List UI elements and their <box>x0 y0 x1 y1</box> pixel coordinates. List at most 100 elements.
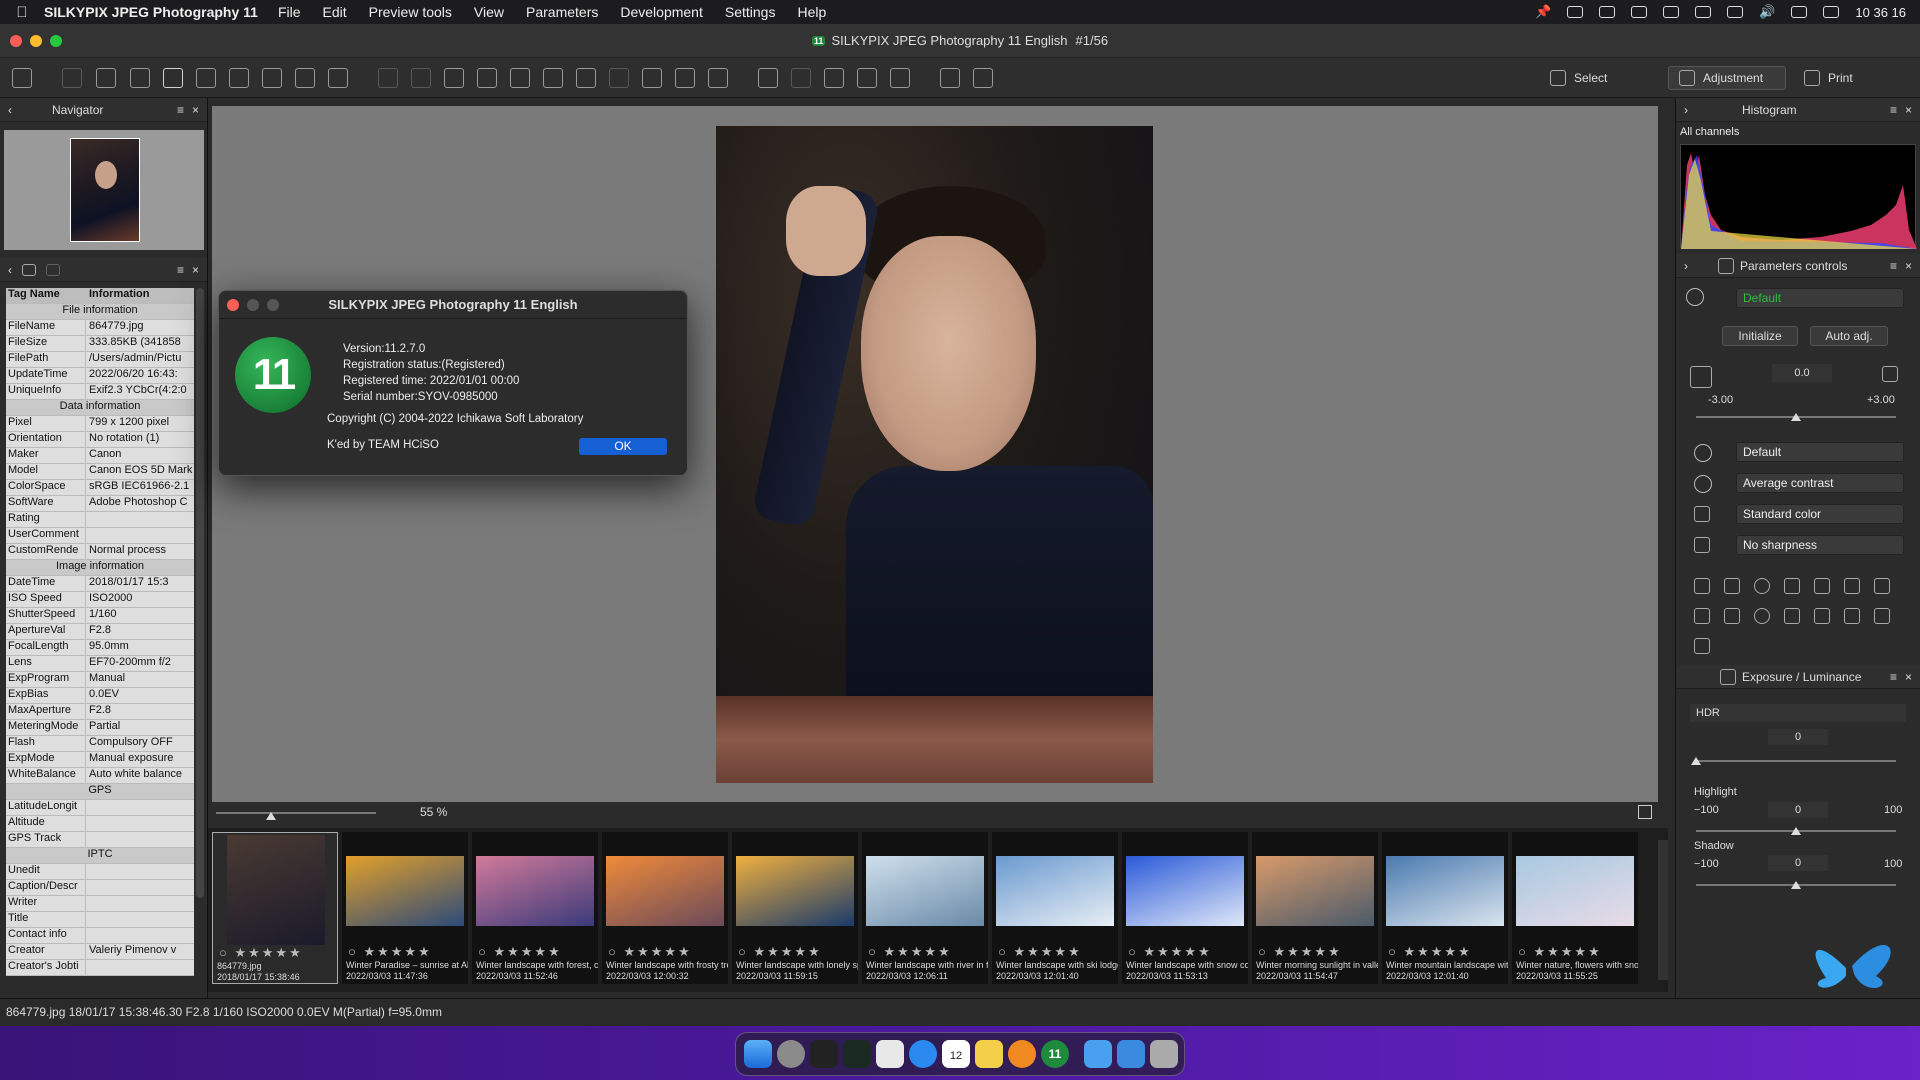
information-cell[interactable]: 333.85KB (341858 <box>86 336 194 351</box>
rating-stars[interactable]: ○ ★★★★★ <box>868 944 952 960</box>
rating-stars[interactable]: ○ ★★★★★ <box>219 945 303 961</box>
thumbnail-image[interactable] <box>996 856 1114 926</box>
effects-icon[interactable] <box>1694 638 1710 654</box>
information-cell[interactable] <box>86 864 194 879</box>
close-panel-icon-5[interactable]: × <box>1905 670 1912 684</box>
information-cell[interactable]: F2.8 <box>86 624 194 639</box>
thumbnail-view-icon[interactable] <box>130 68 150 88</box>
notes-icon[interactable] <box>975 1040 1003 1068</box>
thumbnail-image[interactable] <box>1126 856 1244 926</box>
font-app-icon[interactable] <box>1008 1040 1036 1068</box>
fit-screen-icon[interactable] <box>1638 805 1652 819</box>
back-icon[interactable] <box>62 68 82 88</box>
redo-icon[interactable] <box>411 68 431 88</box>
white-balance-icon[interactable] <box>1694 578 1710 594</box>
sun-icon[interactable] <box>1694 444 1712 462</box>
close-window-button[interactable] <box>10 35 22 47</box>
highlight-value[interactable]: 0 <box>1768 802 1828 818</box>
information-cell[interactable] <box>86 960 194 975</box>
information-cell[interactable]: Canon EOS 5D Mark <box>86 464 194 479</box>
clone-icon[interactable] <box>1844 608 1860 624</box>
activity-monitor-icon[interactable] <box>843 1040 871 1068</box>
grid-icon[interactable] <box>295 68 315 88</box>
filmstrip-thumbnail[interactable]: ○ ★★★★★ Winter mountain landscape with 202… <box>1382 832 1508 984</box>
collapse-right-icon[interactable]: › <box>1684 103 1688 117</box>
noise-icon[interactable] <box>1694 608 1710 624</box>
terminal-icon[interactable] <box>810 1040 838 1068</box>
panel-menu-icon[interactable]: ≡ <box>177 103 184 117</box>
zoom-slider-thumb[interactable] <box>266 812 276 820</box>
thumbnail-image[interactable] <box>227 835 325 945</box>
filmstrip-thumbnail[interactable]: ○ ★★★★★ Winter landscape with snow cov 202… <box>1122 832 1248 984</box>
close-panel-icon-2[interactable]: × <box>192 263 199 277</box>
brush-icon[interactable] <box>543 68 563 88</box>
information-cell[interactable] <box>86 928 194 943</box>
thumbnail-image[interactable] <box>1386 856 1504 926</box>
check-icon[interactable] <box>708 68 728 88</box>
thumbnail-image[interactable] <box>866 856 984 926</box>
information-cell[interactable]: Exif2.3 YCbCr(4:2:0 <box>86 384 194 399</box>
collapse-right-icon-2[interactable]: › <box>1684 259 1688 273</box>
applications-folder-icon[interactable] <box>1117 1040 1145 1068</box>
filmstrip-scrollbar[interactable] <box>1658 840 1668 980</box>
menu-view[interactable]: View <box>474 4 504 20</box>
extension-icon[interactable] <box>1631 6 1648 18</box>
print-mode-button[interactable]: Print <box>1794 66 1863 90</box>
fullscreen-icon[interactable] <box>262 68 282 88</box>
information-cell[interactable] <box>86 816 194 831</box>
info-scrollbar[interactable] <box>196 288 204 898</box>
export-icon[interactable] <box>824 68 844 88</box>
thumbnail-image[interactable] <box>736 856 854 926</box>
information-cell[interactable]: 0.0EV <box>86 688 194 703</box>
information-cell[interactable] <box>86 800 194 815</box>
rating-stars[interactable]: ○ ★★★★★ <box>1388 944 1472 960</box>
undo-icon[interactable] <box>378 68 398 88</box>
information-cell[interactable]: Auto white balance <box>86 768 194 783</box>
rating-stars[interactable]: ○ ★★★★★ <box>998 944 1082 960</box>
contrast-icon[interactable] <box>1694 475 1712 493</box>
information-cell[interactable]: 95.0mm <box>86 640 194 655</box>
information-cell[interactable] <box>86 880 194 895</box>
keyboard-icon[interactable] <box>1663 6 1680 18</box>
single-view-icon[interactable] <box>196 68 216 88</box>
filmstrip-thumbnail[interactable]: ○ ★★★★★ Winter Paradise – sunrise at Alp 2… <box>342 832 468 984</box>
panel-menu-icon-5[interactable]: ≡ <box>1890 670 1897 684</box>
filmstrip-thumbnail[interactable]: ○ ★★★★★ Winter morning sunlight in valley… <box>1252 832 1378 984</box>
gear-icon[interactable] <box>1686 288 1704 306</box>
navigator-preview[interactable] <box>4 130 204 250</box>
layers-icon[interactable] <box>609 68 629 88</box>
shadow-value[interactable]: 0 <box>1768 855 1828 871</box>
filmstrip-thumbnail[interactable]: ○ ★★★★★ Winter landscape with ski lodge 20… <box>992 832 1118 984</box>
thumbnail-image[interactable] <box>1256 856 1374 926</box>
calendar-icon[interactable]: 12 <box>942 1040 970 1068</box>
panel-menu-icon-4[interactable]: ≡ <box>1890 259 1897 273</box>
pen-tool-icon[interactable] <box>1784 608 1800 624</box>
color-circle-icon[interactable] <box>1754 578 1770 594</box>
menu-development[interactable]: Development <box>620 4 703 20</box>
ok-button[interactable]: OK <box>579 438 667 455</box>
tone-select[interactable]: Default <box>1736 442 1904 462</box>
thumbnail-image[interactable] <box>476 856 594 926</box>
tone-curve-icon[interactable] <box>1724 578 1740 594</box>
zoom-value[interactable]: 55 % <box>420 805 447 819</box>
input-icon[interactable] <box>1599 6 1616 18</box>
information-cell[interactable]: No rotation (1) <box>86 432 194 447</box>
sharpness-icon[interactable] <box>1694 537 1710 553</box>
frame-icon[interactable] <box>1814 578 1830 594</box>
information-cell[interactable]: Normal process <box>86 544 194 559</box>
thumbnail-image[interactable] <box>606 856 724 926</box>
picker-icon[interactable] <box>444 68 464 88</box>
downloads-folder-icon[interactable] <box>1084 1040 1112 1068</box>
forward-icon[interactable] <box>96 68 116 88</box>
text-icon[interactable] <box>890 68 910 88</box>
information-cell[interactable] <box>86 912 194 927</box>
close-panel-icon-4[interactable]: × <box>1905 259 1912 273</box>
pin-icon[interactable]: 📌 <box>1535 4 1551 20</box>
hdr-slider-track[interactable] <box>1696 760 1896 762</box>
trash-icon[interactable] <box>1150 1040 1178 1068</box>
main-photo[interactable] <box>716 126 1153 783</box>
close-panel-icon[interactable]: × <box>192 103 199 117</box>
filmstrip-thumbnail[interactable]: ○ ★★★★★ Winter nature, flowers with snov 2… <box>1512 832 1638 984</box>
crop-tool-icon[interactable] <box>1874 608 1890 624</box>
rating-stars[interactable]: ○ ★★★★★ <box>348 944 432 960</box>
